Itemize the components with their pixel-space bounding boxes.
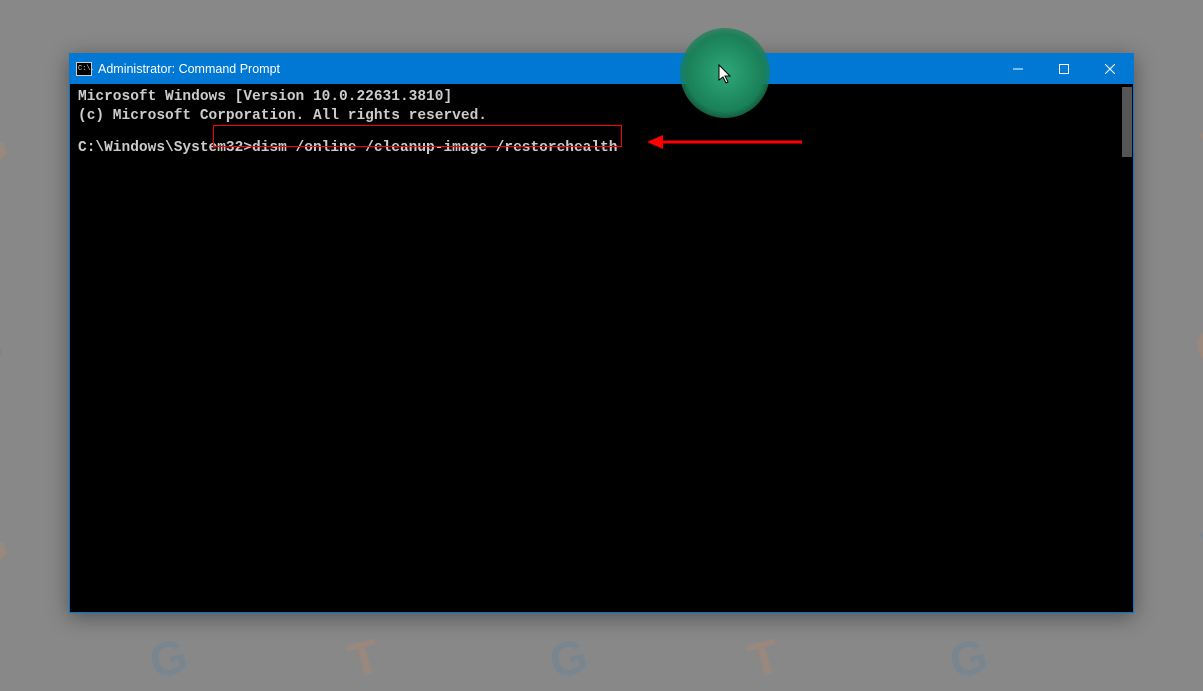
watermark-decoration: G	[144, 628, 194, 691]
window-controls	[995, 54, 1133, 84]
prompt-path: C:\Windows\System32>	[78, 140, 252, 156]
minimize-icon	[1013, 64, 1023, 74]
terminal-output-area[interactable]: Microsoft Windows [Version 10.0.22631.38…	[70, 84, 1133, 162]
maximize-button[interactable]	[1041, 54, 1087, 84]
terminal-copyright-line: (c) Microsoft Corporation. All rights re…	[78, 107, 1125, 126]
maximize-icon	[1059, 64, 1069, 74]
watermark-decoration: T	[343, 629, 386, 690]
command-prompt-window: C:\. Administrator: Command Prompt	[69, 53, 1134, 613]
watermark-decoration: G	[1189, 316, 1203, 379]
window-title: Administrator: Command Prompt	[98, 62, 280, 76]
entered-command: dism /online /cleanup-image /restoreheal…	[252, 140, 617, 156]
watermark-decoration: G	[544, 628, 594, 691]
terminal-prompt-line: C:\Windows\System32>dism /online /cleanu…	[78, 139, 1125, 158]
watermark-decoration: T	[1197, 517, 1203, 578]
terminal-version-line: Microsoft Windows [Version 10.0.22631.38…	[78, 88, 1125, 107]
minimize-button[interactable]	[995, 54, 1041, 84]
window-titlebar[interactable]: C:\. Administrator: Command Prompt	[70, 54, 1133, 84]
watermark-decoration: T	[743, 629, 786, 690]
watermark-decoration: G	[0, 116, 14, 179]
watermark-decoration: G	[944, 628, 994, 691]
close-icon	[1105, 64, 1115, 74]
close-button[interactable]	[1087, 54, 1133, 84]
watermark-decoration: T	[1197, 117, 1203, 178]
watermark-decoration: G	[0, 516, 14, 579]
watermark-decoration: S	[0, 317, 9, 378]
cmd-icon: C:\.	[76, 62, 92, 76]
